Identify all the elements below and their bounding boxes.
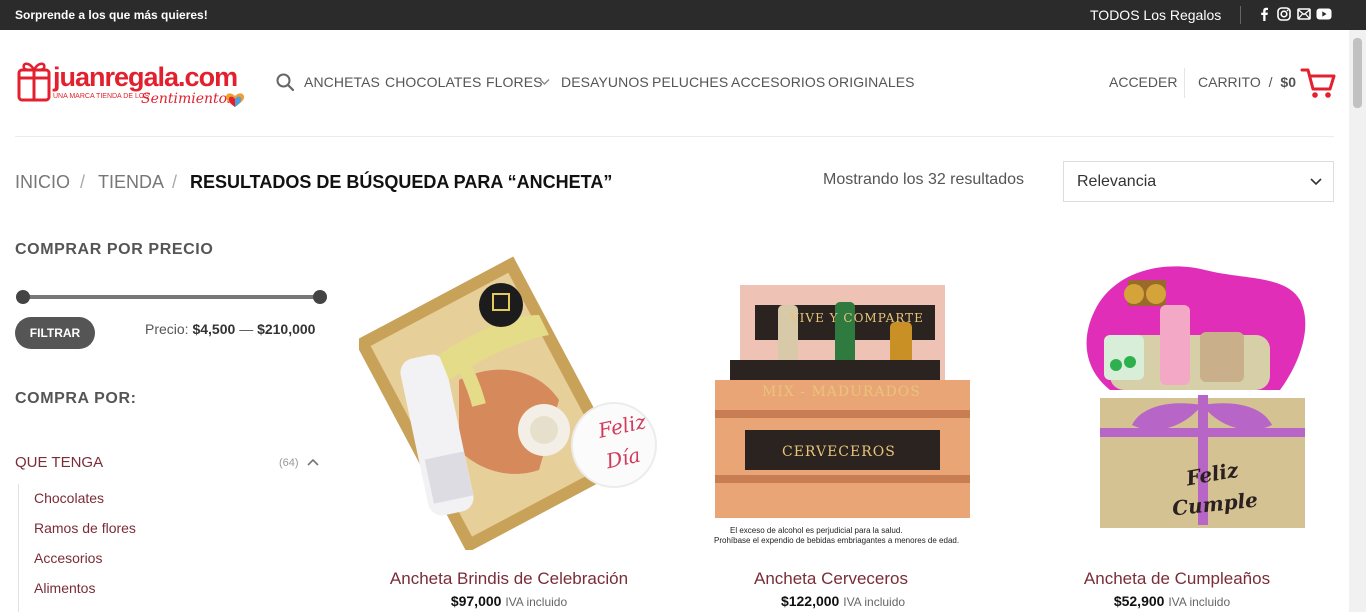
logo-script: Sentimientos: [141, 91, 235, 107]
heart-logo-icon: [225, 93, 245, 107]
cart-link[interactable]: CARRITO / $0: [1198, 74, 1296, 90]
category-item-alimentos[interactable]: Alimentos: [34, 580, 95, 596]
scrollbar-thumb[interactable]: [1353, 38, 1362, 108]
product-image-cerveceros[interactable]: [690, 250, 990, 550]
header-divider: [1184, 68, 1185, 98]
category-item-ramos-de-flores[interactable]: Ramos de flores: [34, 520, 136, 536]
price-filter-title: COMPRAR POR PRECIO: [15, 241, 214, 258]
category-item-accesorios[interactable]: Accesorios: [34, 550, 102, 566]
price-label: Precio:: [145, 321, 189, 337]
breadcrumb-current: RESULTADOS DE BÚSQUEDA PARA “ANCHETA”: [190, 172, 613, 192]
price-slider-max-handle[interactable]: [313, 290, 327, 304]
breadcrumb-separator: /: [172, 172, 178, 192]
cart-total: $0: [1280, 74, 1296, 90]
gift-logo-icon: [17, 62, 51, 102]
email-icon[interactable]: [1297, 7, 1311, 21]
tax-note: IVA incluido: [1168, 595, 1231, 609]
product-image-text: El exceso de alcohol es perjudicial para…: [730, 526, 903, 535]
sort-select[interactable]: Relevancia: [1063, 161, 1334, 202]
nav-originales[interactable]: ORIGINALES: [828, 74, 915, 90]
breadcrumb-home[interactable]: INICIO: [15, 172, 70, 193]
site-logo[interactable]: juanregala.com UNA MARCA TIENDA DE LOS S…: [17, 58, 249, 110]
price-min: $4,500: [192, 321, 236, 337]
result-count: Mostrando los 32 resultados: [823, 171, 1024, 188]
product-title[interactable]: Ancheta Cerveceros: [671, 569, 991, 589]
product-image-text: Prohíbase el expendio de bebidas embriag…: [714, 536, 960, 545]
price-max: $210,000: [257, 321, 316, 337]
product-price: $52,900 IVA incluido: [1012, 593, 1332, 609]
product-image-text: MIX - MADURADOS: [762, 384, 921, 400]
nav-anchetas[interactable]: ANCHETAS: [304, 74, 380, 90]
category-tree-line: [18, 484, 19, 612]
nav-desayunos[interactable]: DESAYUNOS: [561, 74, 649, 90]
nav-flores[interactable]: FLORES: [486, 74, 543, 90]
nav-chocolates[interactable]: CHOCOLATES: [385, 74, 481, 90]
product-image-brindis[interactable]: [359, 250, 659, 550]
cart-icon[interactable]: [1300, 66, 1336, 100]
category-que-tenga[interactable]: QUE TENGA: [15, 454, 103, 471]
category-item-chocolates[interactable]: Chocolates: [34, 490, 104, 506]
chevron-up-icon[interactable]: [306, 456, 320, 468]
header-divider-line: [15, 136, 1334, 137]
price-slider-min-handle[interactable]: [16, 290, 30, 304]
instagram-icon[interactable]: [1277, 7, 1291, 21]
cart-label-text: CARRITO: [1198, 74, 1261, 90]
cart-divider: /: [1268, 74, 1273, 90]
login-link[interactable]: ACCEDER: [1109, 74, 1177, 90]
top-bar: Sorprende a los que más quieres! TODOS L…: [0, 0, 1366, 30]
facebook-icon[interactable]: [1257, 7, 1271, 21]
product-title[interactable]: Ancheta de Cumpleaños: [1017, 569, 1337, 589]
breadcrumb-separator: /: [80, 172, 86, 192]
shop-by-title: COMPRA POR:: [15, 390, 137, 407]
breadcrumb-shop[interactable]: TIENDA: [98, 172, 164, 193]
chevron-down-icon[interactable]: [539, 78, 550, 86]
promo-text: Sorprende a los que más quieres!: [15, 8, 208, 22]
price-amount: $52,900: [1113, 593, 1165, 609]
product-price: $97,000 IVA incluido: [349, 593, 669, 609]
product-image-text: VIVE Y COMPARTE: [790, 311, 924, 325]
page-scrollbar[interactable]: [1349, 30, 1366, 612]
product-price: $122,000 IVA incluido: [683, 593, 1003, 609]
price-dash: —: [239, 321, 254, 337]
category-count: (64): [279, 457, 299, 469]
sort-selected-value: Relevancia: [1077, 173, 1157, 190]
tax-note: IVA incluido: [843, 595, 906, 609]
product-title[interactable]: Ancheta Brindis de Celebración: [349, 569, 669, 589]
price-amount: $97,000: [450, 593, 502, 609]
search-icon[interactable]: [276, 73, 294, 91]
youtube-icon[interactable]: [1316, 7, 1332, 21]
all-gifts-link[interactable]: TODOS Los Regalos: [1090, 7, 1221, 23]
logo-wordmark: juanregala.com: [53, 62, 238, 92]
nav-accesorios[interactable]: ACCESORIOS: [731, 74, 825, 90]
nav-peluches[interactable]: PELUCHES: [652, 74, 728, 90]
topbar-divider: [1240, 6, 1241, 24]
logo-tagline: UNA MARCA TIENDA DE LOS: [53, 93, 149, 100]
filter-button[interactable]: FILTRAR: [15, 317, 95, 349]
price-amount: $122,000: [780, 593, 840, 609]
chevron-down-icon: [1310, 178, 1322, 186]
product-image-text: CERVECEROS: [782, 444, 896, 460]
price-slider-track[interactable]: [22, 295, 320, 299]
tax-note: IVA incluido: [505, 595, 568, 609]
price-range: Precio: $4,500 — $210,000: [145, 321, 315, 337]
